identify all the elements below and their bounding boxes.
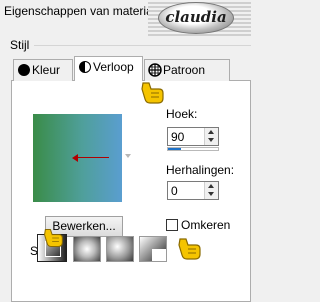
grid-globe-icon bbox=[148, 63, 162, 77]
radial-style-icon bbox=[152, 249, 166, 261]
pointing-hand-icon bbox=[178, 238, 201, 260]
spin-down-icon[interactable] bbox=[208, 192, 214, 196]
tab-verloop[interactable]: Verloop bbox=[74, 56, 143, 81]
sunburst-style-button[interactable] bbox=[106, 236, 134, 262]
style-group-label: Stijl bbox=[10, 38, 30, 52]
half-circle-gradient-icon bbox=[79, 61, 91, 73]
pointing-hand-icon bbox=[44, 229, 63, 247]
repeats-spinbox[interactable]: 0 bbox=[167, 181, 219, 200]
window-title: Eigenschappen van materiaal bbox=[4, 4, 163, 18]
tab-kleur[interactable]: Kleur bbox=[13, 59, 73, 81]
spin-up-icon[interactable] bbox=[208, 184, 214, 188]
black-circle-icon bbox=[18, 64, 30, 76]
watermark-logo: claudia bbox=[148, 0, 251, 36]
spin-down-icon[interactable] bbox=[208, 138, 214, 142]
repeats-value[interactable]: 0 bbox=[171, 184, 178, 198]
angle-value[interactable]: 90 bbox=[171, 130, 184, 144]
radial-style-button[interactable] bbox=[139, 236, 167, 262]
angle-spinbox[interactable]: 90 bbox=[167, 127, 219, 146]
angle-spin-buttons[interactable] bbox=[204, 128, 218, 145]
gradient-angle-arrow-head-icon bbox=[72, 154, 78, 162]
angle-slider[interactable] bbox=[167, 147, 219, 151]
gradient-dropdown-arrow-icon[interactable] bbox=[125, 154, 131, 158]
group-divider bbox=[34, 45, 251, 46]
tab-patroon-label: Patroon bbox=[163, 63, 206, 77]
gradient-preview[interactable] bbox=[33, 114, 122, 202]
invert-checkbox[interactable] bbox=[166, 219, 178, 231]
watermark-text: claudia bbox=[165, 8, 227, 26]
angle-label: Hoek: bbox=[166, 107, 198, 121]
watermark-badge: claudia bbox=[158, 2, 234, 34]
rectangular-style-button[interactable] bbox=[73, 236, 101, 262]
invert-label[interactable]: Omkeren bbox=[181, 218, 230, 232]
gradient-angle-arrow-line[interactable] bbox=[77, 157, 109, 158]
repeats-spin-buttons[interactable] bbox=[204, 182, 218, 199]
spin-up-icon[interactable] bbox=[208, 130, 214, 134]
tab-verloop-label: Verloop bbox=[93, 60, 134, 74]
repeats-label: Herhalingen: bbox=[166, 163, 235, 177]
tab-patroon[interactable]: Patroon bbox=[144, 59, 230, 81]
tab-kleur-label: Kleur bbox=[32, 63, 61, 77]
pointing-hand-icon bbox=[141, 82, 164, 104]
angle-slider-fill bbox=[168, 148, 181, 150]
